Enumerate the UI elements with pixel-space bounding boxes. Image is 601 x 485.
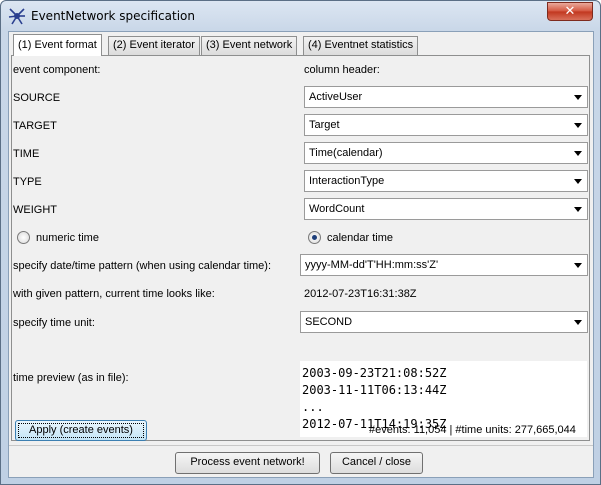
source-select[interactable]: ActiveUser	[304, 86, 588, 108]
target-select[interactable]: Target	[304, 114, 588, 136]
time-unit-select[interactable]: SECOND	[300, 311, 588, 333]
time-unit-label: specify time unit:	[13, 317, 95, 329]
tab-event-network[interactable]: (3) Event network	[201, 36, 298, 55]
chevron-down-icon	[574, 320, 582, 325]
events-status-text: #events: 11,054 | #time units: 277,665,0…	[369, 424, 576, 436]
current-time-value: 2012-07-23T16:31:38Z	[304, 288, 417, 300]
cancel-close-button[interactable]: Cancel / close	[330, 452, 423, 474]
chevron-down-icon	[574, 151, 582, 156]
event-component-header: event component:	[13, 64, 101, 76]
app-icon	[8, 8, 25, 25]
type-label: TYPE	[13, 176, 42, 188]
preview-line: ...	[302, 400, 324, 414]
chevron-down-icon	[574, 207, 582, 212]
time-select-value: Time(calendar)	[309, 147, 383, 159]
tab-event-format[interactable]: (1) Event format	[13, 34, 102, 56]
target-select-value: Target	[309, 119, 340, 131]
process-event-network-button[interactable]: Process event network!	[175, 452, 320, 474]
title-bar[interactable]: EventNetwork specification ✕	[1, 1, 600, 31]
weight-select-value: WordCount	[309, 203, 365, 215]
dialog-window: EventNetwork specification ✕ (1) Event f…	[0, 0, 601, 485]
pattern-select[interactable]: yyyy-MM-dd'T'HH:mm:ss'Z'	[300, 254, 588, 276]
time-label: TIME	[13, 148, 40, 160]
type-select[interactable]: InteractionType	[304, 170, 588, 192]
preview-line: 2003-09-23T21:08:52Z	[302, 366, 447, 380]
footer-divider	[9, 445, 593, 446]
preview-line: 2003-11-11T06:13:44Z	[302, 383, 447, 397]
preview-label: time preview (as in file):	[13, 372, 129, 384]
target-label: TARGET	[13, 120, 57, 132]
weight-select[interactable]: WordCount	[304, 198, 588, 220]
close-button[interactable]: ✕	[547, 2, 593, 21]
calendar-time-radio[interactable]	[308, 231, 321, 244]
source-select-value: ActiveUser	[309, 91, 363, 103]
weight-label: WEIGHT	[13, 204, 57, 216]
dialog-body: (1) Event format (2) Event iterator (3) …	[8, 31, 594, 478]
pattern-label: specify date/time pattern (when using ca…	[13, 260, 272, 272]
numeric-time-radio[interactable]	[17, 231, 30, 244]
current-time-label: with given pattern, current time looks l…	[13, 288, 215, 300]
chevron-down-icon	[574, 95, 582, 100]
time-unit-select-value: SECOND	[305, 316, 353, 328]
tab-eventnet-statistics[interactable]: (4) Eventnet statistics	[303, 36, 419, 55]
chevron-down-icon	[574, 123, 582, 128]
pattern-select-value: yyyy-MM-dd'T'HH:mm:ss'Z'	[305, 259, 439, 271]
calendar-time-label: calendar time	[327, 232, 394, 244]
chevron-down-icon	[574, 263, 582, 268]
close-icon: ✕	[564, 3, 576, 18]
window-title: EventNetwork specification	[31, 9, 195, 23]
source-label: SOURCE	[13, 92, 61, 104]
numeric-time-label: numeric time	[36, 232, 99, 244]
apply-create-events-button[interactable]: Apply (create events)	[15, 420, 147, 441]
type-select-value: InteractionType	[309, 175, 385, 187]
tab-event-iterator[interactable]: (2) Event iterator	[108, 36, 200, 55]
event-format-panel: event component: column header: SOURCE A…	[11, 55, 590, 441]
column-header-header: column header:	[304, 64, 380, 76]
chevron-down-icon	[574, 179, 582, 184]
time-select[interactable]: Time(calendar)	[304, 142, 588, 164]
